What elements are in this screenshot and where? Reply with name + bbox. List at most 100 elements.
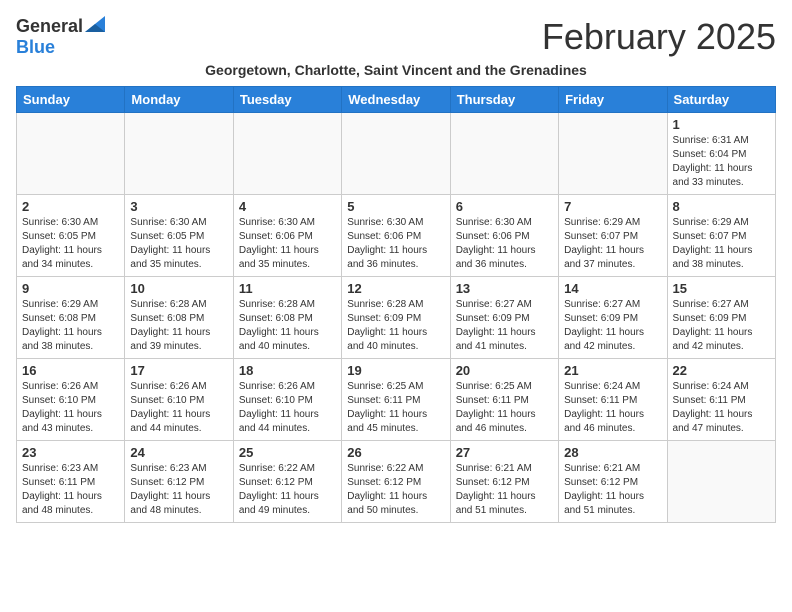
day-number: 27 bbox=[456, 445, 553, 460]
day-info: Sunrise: 6:29 AM Sunset: 6:08 PM Dayligh… bbox=[22, 298, 119, 354]
day-info: Sunrise: 6:27 AM Sunset: 6:09 PM Dayligh… bbox=[673, 298, 770, 354]
calendar-day-cell: 18 Sunrise: 6:26 AM Sunset: 6:10 PM Dayli… bbox=[233, 359, 341, 441]
logo-general-text: General bbox=[16, 16, 83, 37]
calendar-day-cell: 5Sunrise: 6:30 AM Sunset: 6:06 PM Daylig… bbox=[342, 195, 450, 277]
day-number: 22 bbox=[673, 363, 770, 378]
day-info: Sunrise: 6:27 AM Sunset: 6:09 PM Dayligh… bbox=[456, 298, 553, 354]
day-info: Sunrise: 6:21 AM Sunset: 6:12 PM Dayligh… bbox=[564, 462, 661, 518]
day-info: Sunrise: 6:21 AM Sunset: 6:12 PM Dayligh… bbox=[456, 462, 553, 518]
calendar-table: SundayMondayTuesdayWednesdayThursdayFrid… bbox=[16, 86, 776, 523]
weekday-cell: Thursday bbox=[450, 87, 558, 113]
calendar-day-cell: 19Sunrise: 6:25 AM Sunset: 6:11 PM Dayli… bbox=[342, 359, 450, 441]
calendar-day-cell: 6 Sunrise: 6:30 AM Sunset: 6:06 PM Daylig… bbox=[450, 195, 558, 277]
day-info: Sunrise: 6:28 AM Sunset: 6:09 PM Dayligh… bbox=[347, 298, 444, 354]
weekday-cell: Tuesday bbox=[233, 87, 341, 113]
calendar-day-cell: 27 Sunrise: 6:21 AM Sunset: 6:12 PM Dayli… bbox=[450, 441, 558, 523]
weekday-cell: Wednesday bbox=[342, 87, 450, 113]
day-number: 20 bbox=[456, 363, 553, 378]
day-number: 6 bbox=[456, 199, 553, 214]
day-info: Sunrise: 6:25 AM Sunset: 6:11 PM Dayligh… bbox=[456, 380, 553, 436]
day-info: Sunrise: 6:30 AM Sunset: 6:06 PM Dayligh… bbox=[347, 216, 444, 272]
day-number: 8 bbox=[673, 199, 770, 214]
day-number: 10 bbox=[130, 281, 227, 296]
logo-blue-text: Blue bbox=[16, 37, 55, 58]
day-info: Sunrise: 6:26 AM Sunset: 6:10 PM Dayligh… bbox=[239, 380, 336, 436]
calendar-day-cell: 3 Sunrise: 6:30 AM Sunset: 6:05 PM Daylig… bbox=[125, 195, 233, 277]
day-number: 24 bbox=[130, 445, 227, 460]
day-number: 16 bbox=[22, 363, 119, 378]
calendar-day-cell: 16 Sunrise: 6:26 AM Sunset: 6:10 PM Dayli… bbox=[17, 359, 125, 441]
calendar-day-cell: 10 Sunrise: 6:28 AM Sunset: 6:08 PM Dayli… bbox=[125, 277, 233, 359]
calendar-day-cell bbox=[342, 113, 450, 195]
day-number: 3 bbox=[130, 199, 227, 214]
calendar-day-cell bbox=[667, 441, 775, 523]
calendar-day-cell: 26 Sunrise: 6:22 AM Sunset: 6:12 PM Dayli… bbox=[342, 441, 450, 523]
day-info: Sunrise: 6:24 AM Sunset: 6:11 PM Dayligh… bbox=[564, 380, 661, 436]
calendar-day-cell bbox=[233, 113, 341, 195]
day-info: Sunrise: 6:24 AM Sunset: 6:11 PM Dayligh… bbox=[673, 380, 770, 436]
weekday-cell: Sunday bbox=[17, 87, 125, 113]
calendar-day-cell: 25Sunrise: 6:22 AM Sunset: 6:12 PM Dayli… bbox=[233, 441, 341, 523]
day-number: 26 bbox=[347, 445, 444, 460]
weekday-cell: Friday bbox=[559, 87, 667, 113]
calendar-body: 1Sunrise: 6:31 AM Sunset: 6:04 PM Daylig… bbox=[17, 113, 776, 523]
day-info: Sunrise: 6:29 AM Sunset: 6:07 PM Dayligh… bbox=[564, 216, 661, 272]
calendar-day-cell: 11Sunrise: 6:28 AM Sunset: 6:08 PM Dayli… bbox=[233, 277, 341, 359]
calendar-day-cell bbox=[450, 113, 558, 195]
calendar-day-cell: 4 Sunrise: 6:30 AM Sunset: 6:06 PM Daylig… bbox=[233, 195, 341, 277]
day-number: 18 bbox=[239, 363, 336, 378]
day-number: 19 bbox=[347, 363, 444, 378]
day-info: Sunrise: 6:22 AM Sunset: 6:12 PM Dayligh… bbox=[239, 462, 336, 518]
day-number: 2 bbox=[22, 199, 119, 214]
calendar-week-row: 1Sunrise: 6:31 AM Sunset: 6:04 PM Daylig… bbox=[17, 113, 776, 195]
calendar-week-row: 16 Sunrise: 6:26 AM Sunset: 6:10 PM Dayli… bbox=[17, 359, 776, 441]
weekday-cell: Monday bbox=[125, 87, 233, 113]
calendar-week-row: 23 Sunrise: 6:23 AM Sunset: 6:11 PM Dayli… bbox=[17, 441, 776, 523]
day-number: 7 bbox=[564, 199, 661, 214]
day-info: Sunrise: 6:23 AM Sunset: 6:11 PM Dayligh… bbox=[22, 462, 119, 518]
calendar-day-cell: 21 Sunrise: 6:24 AM Sunset: 6:11 PM Dayli… bbox=[559, 359, 667, 441]
calendar-day-cell: 13 Sunrise: 6:27 AM Sunset: 6:09 PM Dayli… bbox=[450, 277, 558, 359]
day-info: Sunrise: 6:30 AM Sunset: 6:06 PM Dayligh… bbox=[239, 216, 336, 272]
calendar-day-cell bbox=[125, 113, 233, 195]
day-info: Sunrise: 6:30 AM Sunset: 6:06 PM Dayligh… bbox=[456, 216, 553, 272]
calendar-day-cell: 8 Sunrise: 6:29 AM Sunset: 6:07 PM Daylig… bbox=[667, 195, 775, 277]
day-number: 28 bbox=[564, 445, 661, 460]
calendar-day-cell: 22 Sunrise: 6:24 AM Sunset: 6:11 PM Dayli… bbox=[667, 359, 775, 441]
weekday-header-row: SundayMondayTuesdayWednesdayThursdayFrid… bbox=[17, 87, 776, 113]
day-info: Sunrise: 6:27 AM Sunset: 6:09 PM Dayligh… bbox=[564, 298, 661, 354]
location-subtitle: Georgetown, Charlotte, Saint Vincent and… bbox=[16, 62, 776, 78]
calendar-day-cell: 12Sunrise: 6:28 AM Sunset: 6:09 PM Dayli… bbox=[342, 277, 450, 359]
day-info: Sunrise: 6:23 AM Sunset: 6:12 PM Dayligh… bbox=[130, 462, 227, 518]
calendar-week-row: 9Sunrise: 6:29 AM Sunset: 6:08 PM Daylig… bbox=[17, 277, 776, 359]
calendar-week-row: 2 Sunrise: 6:30 AM Sunset: 6:05 PM Daylig… bbox=[17, 195, 776, 277]
day-info: Sunrise: 6:28 AM Sunset: 6:08 PM Dayligh… bbox=[130, 298, 227, 354]
day-number: 4 bbox=[239, 199, 336, 214]
calendar-day-cell bbox=[17, 113, 125, 195]
weekday-cell: Saturday bbox=[667, 87, 775, 113]
day-info: Sunrise: 6:30 AM Sunset: 6:05 PM Dayligh… bbox=[130, 216, 227, 272]
calendar-day-cell: 28 Sunrise: 6:21 AM Sunset: 6:12 PM Dayli… bbox=[559, 441, 667, 523]
day-info: Sunrise: 6:29 AM Sunset: 6:07 PM Dayligh… bbox=[673, 216, 770, 272]
day-info: Sunrise: 6:22 AM Sunset: 6:12 PM Dayligh… bbox=[347, 462, 444, 518]
calendar-day-cell: 9Sunrise: 6:29 AM Sunset: 6:08 PM Daylig… bbox=[17, 277, 125, 359]
calendar-day-cell: 2Sunrise: 6:30 AM Sunset: 6:05 PM Daylig… bbox=[17, 195, 125, 277]
day-number: 21 bbox=[564, 363, 661, 378]
calendar-day-cell: 7 Sunrise: 6:29 AM Sunset: 6:07 PM Daylig… bbox=[559, 195, 667, 277]
day-info: Sunrise: 6:31 AM Sunset: 6:04 PM Dayligh… bbox=[673, 134, 770, 190]
calendar-day-cell bbox=[559, 113, 667, 195]
day-number: 23 bbox=[22, 445, 119, 460]
day-info: Sunrise: 6:26 AM Sunset: 6:10 PM Dayligh… bbox=[22, 380, 119, 436]
month-title: February 2025 bbox=[542, 16, 776, 58]
logo-icon bbox=[85, 16, 105, 32]
calendar-day-cell: 23 Sunrise: 6:23 AM Sunset: 6:11 PM Dayli… bbox=[17, 441, 125, 523]
day-number: 13 bbox=[456, 281, 553, 296]
calendar-day-cell: 20 Sunrise: 6:25 AM Sunset: 6:11 PM Dayli… bbox=[450, 359, 558, 441]
day-number: 17 bbox=[130, 363, 227, 378]
page-header: General Blue February 2025 bbox=[16, 16, 776, 58]
day-number: 15 bbox=[673, 281, 770, 296]
day-info: Sunrise: 6:28 AM Sunset: 6:08 PM Dayligh… bbox=[239, 298, 336, 354]
calendar-day-cell: 15 Sunrise: 6:27 AM Sunset: 6:09 PM Dayli… bbox=[667, 277, 775, 359]
logo: General Blue bbox=[16, 16, 106, 58]
day-number: 14 bbox=[564, 281, 661, 296]
